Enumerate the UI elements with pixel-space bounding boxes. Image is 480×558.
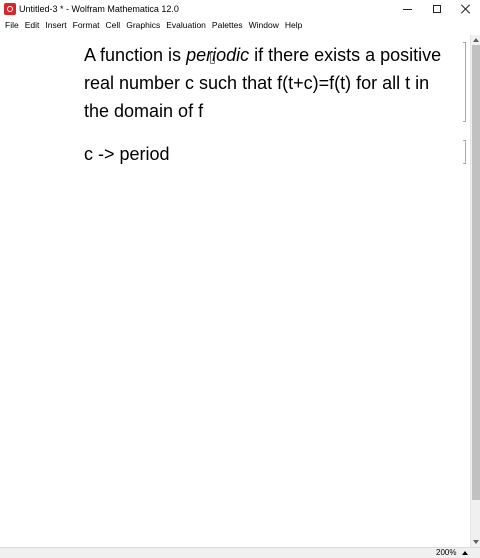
definition-text-start: A function is	[84, 45, 187, 65]
maximize-icon	[433, 5, 441, 13]
notebook-area[interactable]: A function is periodic if there exists a…	[0, 35, 470, 547]
menu-bar: File Edit Insert Format Cell Graphics Ev…	[0, 18, 480, 33]
close-button[interactable]	[451, 0, 480, 18]
menu-palettes[interactable]: Palettes	[209, 19, 246, 32]
menu-window[interactable]: Window	[246, 19, 282, 32]
menu-edit[interactable]: Edit	[22, 19, 43, 32]
scroll-down-button[interactable]	[471, 537, 480, 547]
menu-help[interactable]: Help	[282, 19, 305, 32]
zoom-level: 200%	[436, 548, 457, 557]
text-cursor-icon	[210, 52, 215, 64]
cell-bracket-period[interactable]	[463, 140, 466, 164]
menu-format[interactable]: Format	[70, 19, 103, 32]
title-bar: Untitled-3 * - Wolfram Mathematica 12.0	[0, 0, 480, 18]
window-title: Untitled-3 * - Wolfram Mathematica 12.0	[19, 4, 179, 14]
zoom-menu-arrow-icon[interactable]	[462, 551, 468, 555]
menu-insert[interactable]: Insert	[42, 19, 69, 32]
period-text: c -> period	[84, 144, 170, 164]
menu-evaluation[interactable]: Evaluation	[163, 19, 209, 32]
definition-italic-term: periodic	[186, 45, 250, 65]
scrollbar-thumb[interactable]	[472, 45, 480, 500]
cell-bracket-definition[interactable]	[463, 42, 466, 122]
scroll-up-button[interactable]	[471, 35, 480, 45]
close-icon	[461, 4, 471, 14]
mathematica-app-icon[interactable]	[4, 3, 16, 15]
menu-cell[interactable]: Cell	[103, 19, 124, 32]
vertical-scrollbar[interactable]	[470, 35, 480, 547]
maximize-button[interactable]	[422, 0, 452, 18]
status-bar: 200%	[0, 547, 480, 558]
arrow-down-icon	[473, 540, 479, 544]
menu-graphics[interactable]: Graphics	[123, 19, 163, 32]
text-cell-definition[interactable]: A function is periodic if there exists a…	[84, 41, 454, 125]
menu-file[interactable]: File	[2, 19, 22, 32]
arrow-up-icon	[473, 38, 479, 42]
minimize-button[interactable]	[392, 0, 422, 18]
minimize-icon	[402, 8, 412, 10]
text-cell-period[interactable]: c -> period	[84, 141, 170, 167]
